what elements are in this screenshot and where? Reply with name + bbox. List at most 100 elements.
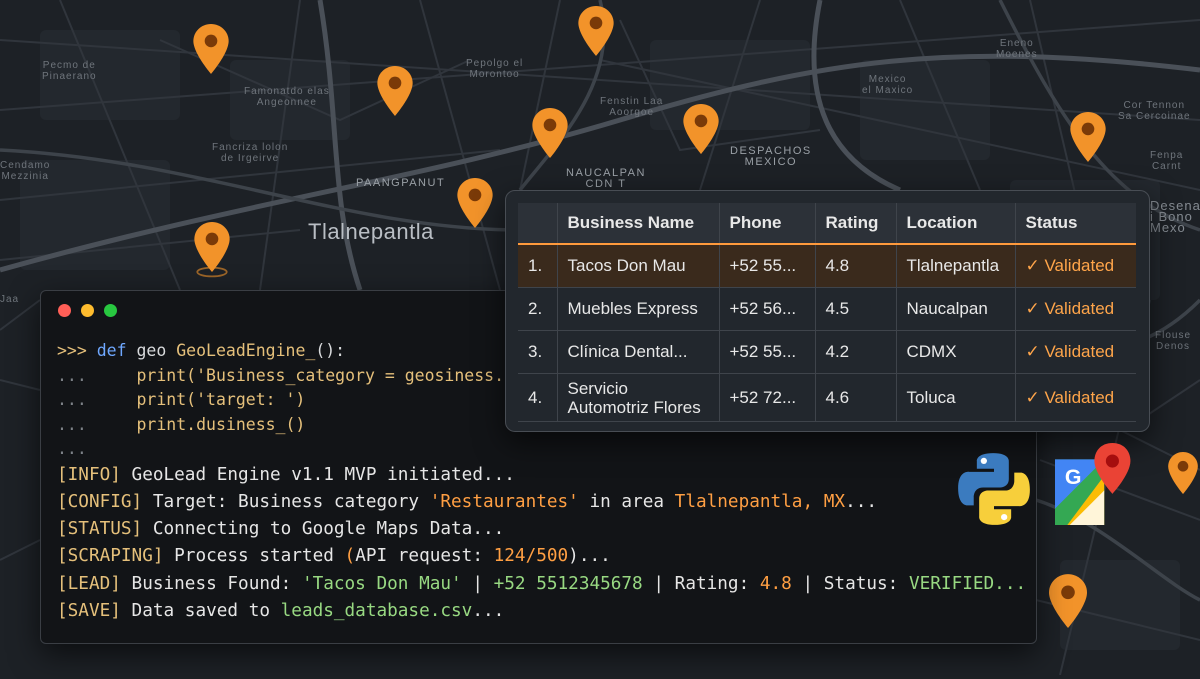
table-row[interactable]: 3. Clínica Dental... +52 55... 4.2 CDMX … [518, 330, 1136, 374]
map-label-misc: Eneno Moenes [996, 38, 1038, 60]
python-logo-icon [955, 450, 1033, 528]
map-pin-icon[interactable] [1049, 574, 1087, 628]
map-pin-icon[interactable] [1070, 112, 1106, 162]
map-label-misc: Pepolgo el Morontoo [466, 58, 524, 80]
map-pin-icon[interactable] [193, 24, 229, 74]
log-tag: [CONFIG] [57, 491, 143, 512]
check-icon: ✓ [1025, 299, 1040, 318]
log-text: Connecting to Google Maps Data... [142, 519, 505, 540]
column-header-index[interactable] [518, 203, 558, 245]
api-count: 124/500 [493, 546, 569, 567]
code-text: print('Business_category = geosiness. [96, 365, 505, 385]
lead-phone: +52 5512345678 [493, 573, 643, 594]
log-text: Business Found: [120, 573, 302, 594]
map-pin-icon[interactable] [194, 222, 230, 278]
map-label-misc: Desena i Bono Mexo [1150, 198, 1200, 235]
map-label-misc: Fenstin Laa Aoorgoe [600, 96, 664, 118]
business-name-cell: Servicio Automotriz Flores [557, 373, 720, 422]
log-line-info: [INFO] GeoLead Engine v1.1 MVP initiated… [57, 462, 1026, 489]
table-row[interactable]: 4. Servicio Automotriz Flores +52 72... 4… [518, 373, 1136, 422]
map-pin-icon[interactable] [578, 6, 614, 56]
map-label-misc: Flouse Denos [1155, 330, 1192, 352]
code-text: print('target: ') [96, 390, 306, 409]
map-label-misc: Mexico el Maxico [862, 74, 914, 96]
continuation-prompt: ... [57, 365, 87, 385]
log-tag: [SCRAPING] [57, 546, 164, 567]
lead-name: 'Tacos Don Mau' [301, 573, 462, 594]
status-label: Validated [1044, 256, 1115, 275]
minimize-window-button[interactable] [81, 304, 94, 317]
row-number: 4. [518, 373, 558, 422]
map-pin-icon[interactable] [1168, 452, 1198, 494]
continuation-prompt: ... [57, 390, 87, 409]
map-pin-icon[interactable] [377, 66, 413, 116]
status-cell: ✓ Validated [1015, 373, 1136, 422]
location-cell: Toluca [896, 373, 1016, 422]
log-area: Tlalnepantla, MX [674, 491, 846, 512]
table-row[interactable]: 2. Muebles Express +52 56... 4.5 Naucalp… [518, 287, 1136, 331]
column-header-rating[interactable]: Rating [815, 203, 897, 245]
map-pin-icon[interactable] [457, 178, 493, 228]
code-text: (): [315, 341, 346, 360]
continuation-prompt: ... [57, 439, 87, 458]
map-label-misc: Fenpa Carnt [1150, 150, 1184, 172]
maps-logo-letter: G [1065, 465, 1082, 489]
phone-cell: +52 72... [719, 373, 816, 422]
table-row[interactable]: 1. Tacos Don Mau +52 55... 4.8 Tlalnepan… [518, 244, 1136, 288]
prompt: >>> [57, 341, 87, 360]
status-cell: ✓ Validated [1015, 287, 1136, 331]
table-header-row: Business Name Phone Rating Location Stat… [518, 203, 1136, 245]
code-line: ... [57, 437, 1026, 462]
map-label-mexico: DESPACHOS MEXICO [730, 145, 812, 168]
log-filename: leads_database.csv [280, 600, 473, 621]
log-category: 'Restaurantes' [429, 491, 579, 512]
column-header-phone[interactable]: Phone [719, 203, 816, 245]
log-line-lead: [LEAD] Business Found: 'Tacos Don Mau' |… [57, 571, 1026, 598]
log-text: Rating: [674, 573, 760, 594]
code-text: print.dusiness_() [96, 414, 306, 434]
lead-rating: 4.8 [759, 573, 792, 594]
check-icon: ✓ [1025, 256, 1040, 275]
row-number: 1. [518, 244, 558, 288]
status-cell: ✓ Validated [1015, 330, 1136, 374]
log-text: ... [845, 491, 878, 512]
log-line-config: [CONFIG] Target: Business category 'Rest… [57, 489, 1026, 516]
rating-cell: 4.2 [815, 330, 897, 374]
phone-cell: +52 55... [719, 244, 816, 288]
leads-table: Business Name Phone Rating Location Stat… [518, 203, 1136, 422]
map-pin-icon[interactable] [683, 104, 719, 154]
map-label-misc: Jaa [0, 294, 20, 305]
map-label-misc: Pecmo de Pinaerano [42, 60, 97, 82]
column-header-location[interactable]: Location [896, 203, 1016, 245]
log-text: Status: [823, 573, 909, 594]
log-text: | [461, 573, 494, 594]
close-window-button[interactable] [58, 304, 71, 317]
log-tag: [STATUS] [57, 519, 143, 540]
row-number: 2. [518, 287, 558, 331]
status-label: Validated [1044, 387, 1115, 407]
map-label-misc: Fancriza lolon de Irgeirve [212, 142, 289, 164]
map-pin-icon[interactable] [532, 108, 568, 158]
check-icon: ✓ [1025, 387, 1040, 407]
rating-cell: 4.5 [815, 287, 897, 331]
log-text: | [791, 573, 824, 594]
business-name-cell: Muebles Express [557, 287, 720, 331]
google-maps-logo-icon: G [1055, 443, 1137, 525]
rating-cell: 4.6 [815, 373, 897, 422]
log-text: | [642, 573, 675, 594]
business-name-cell: Clínica Dental... [557, 330, 720, 374]
keyword: def [96, 341, 127, 360]
log-tag: [SAVE] [57, 600, 121, 621]
column-header-status[interactable]: Status [1015, 203, 1136, 245]
continuation-prompt: ... [57, 414, 87, 434]
phone-cell: +52 56... [719, 287, 816, 331]
column-header-business-name[interactable]: Business Name [557, 203, 720, 245]
map-label-paangpanut: PAANGPANUT [356, 177, 446, 189]
maximize-window-button[interactable] [104, 304, 117, 317]
map-label-misc: Cor Tennon Sa Cercoinae [1118, 100, 1191, 122]
business-name-line: Automotriz Flores [567, 397, 701, 417]
row-number: 3. [518, 330, 558, 374]
rating-cell: 4.8 [815, 244, 897, 288]
log-text: ... [472, 600, 505, 621]
log-tag: [LEAD] [57, 573, 121, 594]
